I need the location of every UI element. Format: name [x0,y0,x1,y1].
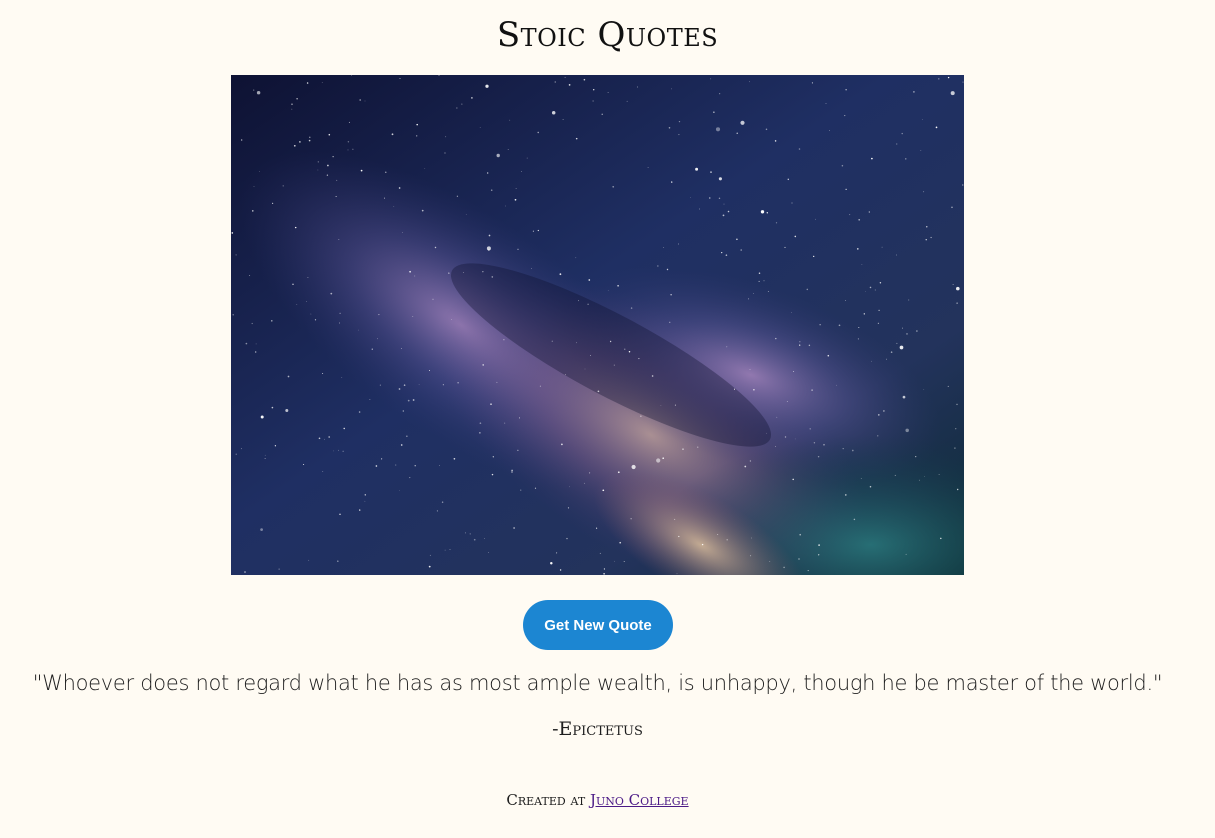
footer: Created at Juno College [0,788,1195,812]
night-sky-illustration [231,75,964,575]
quote-text: "Whoever does not regard what he has as … [32,671,1163,695]
quote-author: -Epictetus [552,718,643,740]
footer-prefix: Created at [506,791,590,809]
page-title: Stoic Quotes [496,15,719,55]
get-new-quote-button[interactable]: Get New Quote [523,600,673,650]
juno-college-link[interactable]: Juno College [590,791,689,809]
milky-way-image [231,75,964,575]
